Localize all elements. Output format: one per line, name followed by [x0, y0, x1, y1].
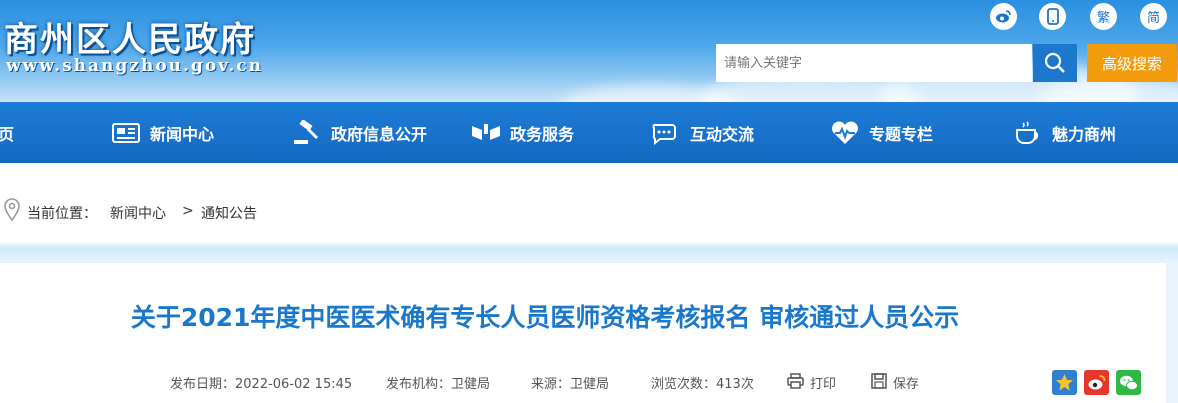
nav-item-label: 政务服务: [510, 124, 575, 144]
nav-item-label: 新闻中心: [150, 124, 215, 144]
print-button[interactable]: 打印: [810, 373, 836, 392]
nav-item-label: 页: [0, 124, 15, 144]
nav-item-gov-info[interactable]: 政府信息公开: [291, 102, 427, 163]
breadcrumb-separator: >: [182, 203, 194, 219]
chat-icon: [652, 123, 676, 145]
breadcrumb-band: [0, 163, 1178, 263]
nav-item-services[interactable]: 政务服务: [470, 102, 574, 163]
qzone-share-icon[interactable]: [1052, 370, 1077, 395]
nav-item-home[interactable]: 页: [0, 102, 14, 163]
article-publisher: 发布机构：卫健局: [386, 377, 491, 392]
wechat-share-icon[interactable]: [1116, 370, 1141, 395]
site-name[interactable]: 商州区人民政府: [4, 12, 256, 61]
content-area: 关于2021年度中医医术确有专长人员医师资格考核报名 审核通过人员公示 发布日期…: [0, 263, 1178, 403]
simplified-chinese-button[interactable]: 简: [1140, 3, 1167, 30]
breadcrumb-link-notices[interactable]: 通知公告: [201, 203, 257, 223]
nav-item-interaction[interactable]: 互动交流: [650, 102, 754, 163]
save-button[interactable]: 保存: [893, 373, 919, 392]
article-title: 关于2021年度中医医术确有专长人员医师资格考核报名 审核通过人员公示: [130, 303, 960, 332]
site-header: 商州区人民政府 www.shangzhou.gov.cn 繁 简 高级搜索: [0, 0, 1178, 102]
mobile-icon[interactable]: [1039, 3, 1066, 30]
nav-item-news[interactable]: 新闻中心: [110, 102, 214, 163]
search-icon: [1044, 52, 1065, 73]
nav-item-label: 政府信息公开: [331, 124, 428, 144]
save-icon[interactable]: [871, 373, 887, 389]
advanced-search-button[interactable]: 高级搜索: [1087, 44, 1177, 82]
search-input[interactable]: [716, 44, 1032, 82]
newspaper-icon: [112, 122, 140, 143]
article-source: 来源：卫健局: [531, 377, 610, 392]
nav-item-label: 专题专栏: [869, 124, 934, 144]
nav-item-label: 互动交流: [690, 124, 755, 144]
weibo-share-icon[interactable]: [1084, 370, 1109, 395]
main-nav: 页 新闻中心 政府信息公开 政务服务 互动交流 专题专栏 魅力商州: [0, 102, 1178, 163]
heart-pulse-icon: [832, 121, 858, 144]
article-views: 浏览次数：413次: [651, 377, 754, 392]
article-card: 关于2021年度中医医术确有专长人员医师资格考核报名 审核通过人员公示 发布日期…: [0, 263, 1166, 403]
breadcrumb-prefix: 当前位置：: [27, 206, 97, 222]
teacup-icon: [1016, 120, 1039, 144]
nav-item-charm-shangzhou[interactable]: 魅力商州: [1012, 102, 1116, 163]
gavel-icon: [294, 119, 319, 144]
print-icon[interactable]: [787, 373, 804, 389]
nav-item-label: 魅力商州: [1052, 124, 1117, 144]
weibo-icon[interactable]: [990, 3, 1017, 30]
article-date: 发布日期：2022-06-02 15:45: [170, 377, 353, 392]
location-pin-icon: [4, 198, 20, 222]
service-icon: [472, 123, 500, 140]
search-button[interactable]: [1033, 44, 1077, 82]
nav-item-special-topics[interactable]: 专题专栏: [829, 102, 933, 163]
traditional-chinese-button[interactable]: 繁: [1090, 3, 1117, 30]
site-url: www.shangzhou.gov.cn: [6, 56, 263, 76]
breadcrumb-link-news[interactable]: 新闻中心: [110, 203, 166, 223]
